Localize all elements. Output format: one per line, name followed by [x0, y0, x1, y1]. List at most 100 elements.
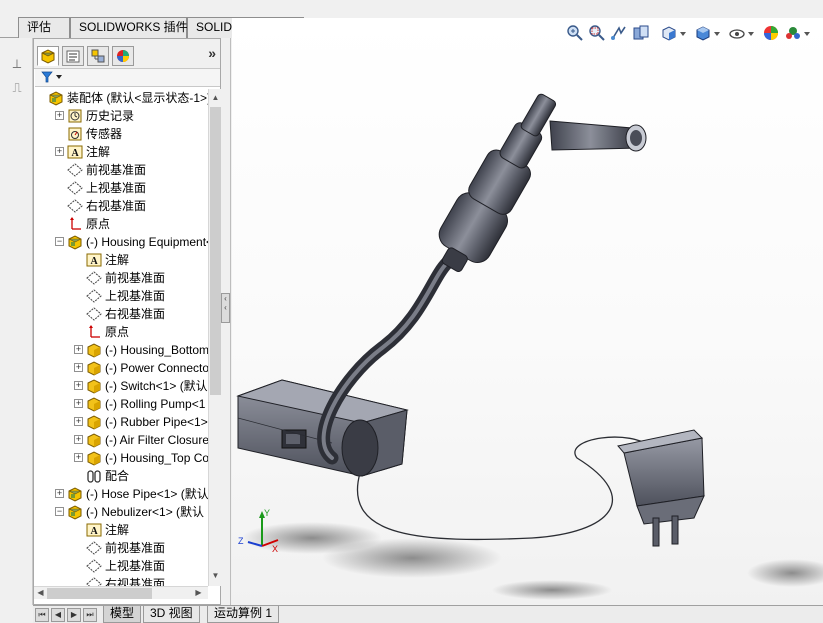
tab-3d-view[interactable]: 3D 视图 [143, 606, 200, 623]
tree-item[interactable]: 原点 [34, 323, 208, 341]
tree-item[interactable]: 前视基准面 [34, 269, 208, 287]
tree-hscroll-thumb[interactable] [47, 588, 152, 599]
tree-item[interactable]: + A 注解 [34, 143, 208, 161]
previous-tab-icon[interactable]: ◀ [51, 608, 65, 622]
scroll-left-icon[interactable]: ◀ [35, 586, 46, 600]
next-tab-icon[interactable]: ▶ [67, 608, 81, 622]
tree-item-label: 传感器 [86, 127, 123, 141]
scroll-up-icon[interactable]: ▲ [210, 91, 221, 105]
tree-item[interactable]: A 注解 [34, 521, 208, 539]
feature-tree: 装配体 (默认<显示状态-1>) + 历史记录 传感器 + A 注解 前视基准面 上视基准面 右视… [34, 89, 208, 586]
graphics-area[interactable]: Y X Z [232, 18, 823, 605]
tree-item[interactable]: 装配体 (默认<显示状态-1>) [34, 89, 208, 107]
tree-item[interactable]: + (-) Power Connecto [34, 359, 208, 377]
expand-icon[interactable]: + [74, 435, 83, 444]
tree-item-label: (-) Switch<1> (默认 [105, 379, 208, 393]
nebulizer-3d-model[interactable]: Y X Z [232, 18, 823, 605]
tab-featuremanager-tree[interactable] [37, 46, 59, 66]
tree-item[interactable]: 原点 [34, 215, 208, 233]
tree-item[interactable]: 传感器 [34, 125, 208, 143]
panel-splitter[interactable]: ‹ ‹ [221, 38, 231, 605]
tab-propertymanager[interactable] [62, 46, 84, 66]
collapse-icon[interactable]: − [55, 507, 64, 516]
expand-icon[interactable]: + [55, 111, 64, 120]
plane-icon [86, 576, 102, 586]
svg-text:A: A [91, 256, 99, 267]
expand-panel-button[interactable]: » [208, 45, 216, 61]
mouthpiece [549, 120, 647, 152]
tree-item[interactable]: 上视基准面 [34, 179, 208, 197]
step-tool-icon[interactable]: ⎍ [9, 80, 25, 96]
tree-filter-bar[interactable] [35, 69, 220, 87]
tree-item[interactable]: 上视基准面 [34, 557, 208, 575]
tree-item[interactable]: 前视基准面 [34, 161, 208, 179]
tree-item[interactable]: 右视基准面 [34, 197, 208, 215]
tree-item-label: 上视基准面 [105, 559, 166, 573]
plane-icon [86, 270, 102, 286]
tree-horizontal-scrollbar[interactable]: ◀ ▶ [34, 586, 208, 599]
tree-item-label: 注解 [105, 253, 130, 267]
tree-item[interactable]: + (-) Rolling Pump<1 [34, 395, 208, 413]
tree-item[interactable]: + (-) Housing_Top Co [34, 449, 208, 467]
tree-scroll-thumb[interactable] [210, 107, 221, 395]
sketch-tool-icon[interactable]: ⟂ [9, 56, 25, 72]
tree-item-label: 右视基准面 [105, 577, 166, 586]
tree-vertical-scrollbar[interactable]: ▲ ▼ [208, 89, 221, 586]
tree-item[interactable]: 配合 [34, 467, 208, 485]
annotation-icon: A [86, 522, 102, 538]
first-tab-icon[interactable]: ⏮ [35, 608, 49, 622]
expand-icon[interactable]: + [74, 453, 83, 462]
plane-icon [86, 306, 102, 322]
tree-item[interactable]: 右视基准面 [34, 305, 208, 323]
assembly-icon [67, 504, 83, 520]
tree-item-label: (-) Air Filter Closure [105, 433, 208, 447]
tab-solidworks-addins[interactable]: SOLIDWORKS 插件 [70, 17, 188, 38]
tree-item[interactable]: 前视基准面 [34, 539, 208, 557]
expand-icon[interactable]: + [55, 147, 64, 156]
expand-icon[interactable]: + [74, 417, 83, 426]
expand-icon[interactable]: + [74, 399, 83, 408]
tab-motion-study[interactable]: 运动算例 1 [207, 606, 280, 623]
tree-item-label: (-) Rolling Pump<1 [105, 397, 206, 411]
feature-manager-panel: » 装配体 (默认<显示状态-1>) + 历史记录 传感器 + A 注解 前视基准面 上视基准面… [33, 38, 221, 605]
tree-item-label: 装配体 (默认<显示状态-1>) [67, 91, 208, 105]
expand-icon[interactable]: + [74, 363, 83, 372]
collapse-icon[interactable]: − [55, 237, 64, 246]
part-icon [86, 432, 102, 448]
tab-configurationmanager[interactable] [87, 46, 109, 66]
tab-model[interactable]: 模型 [103, 606, 142, 623]
tree-item[interactable]: + (-) Hose Pipe<1> (默认 [34, 485, 208, 503]
tree-item[interactable]: + 历史记录 [34, 107, 208, 125]
expand-icon[interactable]: + [74, 381, 83, 390]
triad-y-label: Y [264, 508, 270, 518]
scroll-down-icon[interactable]: ▼ [210, 569, 221, 583]
collapse-panel-grip[interactable]: ‹ ‹ [221, 293, 230, 323]
expand-icon[interactable]: + [74, 345, 83, 354]
tree-item[interactable]: + (-) Switch<1> (默认 [34, 377, 208, 395]
tree-item-label: 注解 [86, 145, 111, 159]
nebulizer [438, 93, 557, 273]
scroll-right-icon[interactable]: ▶ [193, 586, 204, 600]
sensor-icon [67, 126, 83, 142]
tree-item[interactable]: + (-) Rubber Pipe<1> [34, 413, 208, 431]
origin-icon [67, 216, 83, 232]
tree-item-label: (-) Housing_Top Co [105, 451, 208, 465]
tree-item[interactable]: − (-) Nebulizer<1> (默认 [34, 503, 208, 521]
tree-item[interactable]: 上视基准面 [34, 287, 208, 305]
annotation-icon: A [86, 252, 102, 268]
expand-icon[interactable]: + [55, 489, 64, 498]
assembly-icon [67, 234, 83, 250]
filter-icon[interactable] [41, 70, 65, 84]
tree-item[interactable]: − (-) Housing Equipment<1> [34, 233, 208, 251]
tree-item[interactable]: + (-) Air Filter Closure [34, 431, 208, 449]
tree-item[interactable]: A 注解 [34, 251, 208, 269]
tree-item[interactable]: + (-) Housing_Bottom [34, 341, 208, 359]
last-tab-icon[interactable]: ⏭ [83, 608, 97, 622]
tab-displaymanager[interactable] [112, 46, 134, 66]
tree-item[interactable]: 右视基准面 [34, 575, 208, 586]
part-icon [86, 450, 102, 466]
tree-item-label: 原点 [86, 217, 111, 231]
annotation-icon: A [67, 144, 83, 160]
tab-evaluate[interactable]: 评估 [18, 17, 70, 38]
triad-z-label: Z [238, 536, 244, 546]
